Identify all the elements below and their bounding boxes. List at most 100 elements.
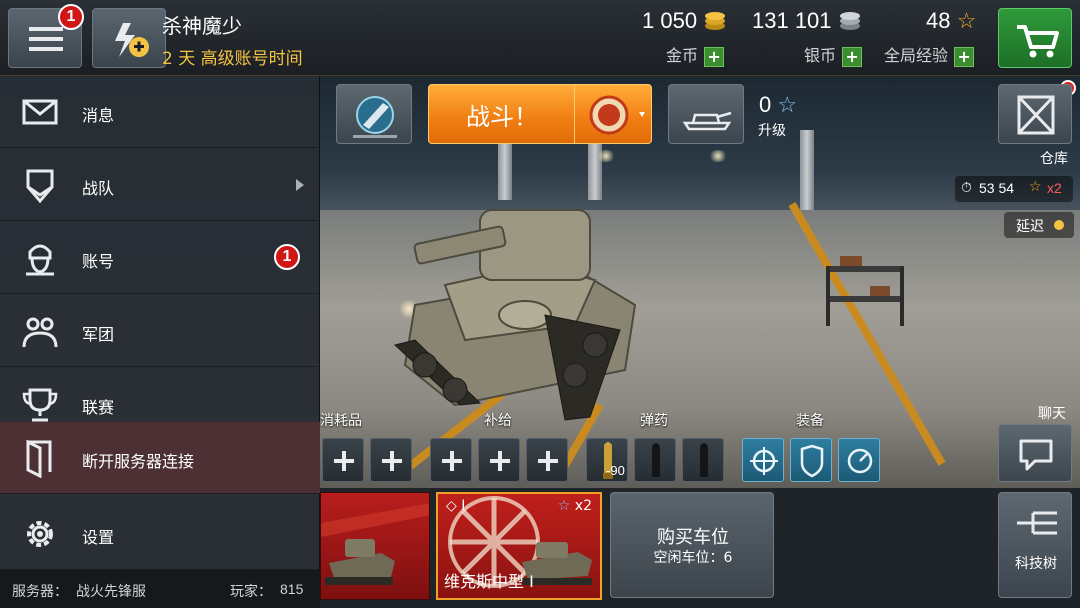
menu-item-disconnect[interactable]: 断开服务器连接	[0, 422, 320, 494]
tech-tree-icon	[1017, 511, 1057, 535]
chat-button[interactable]	[998, 424, 1072, 482]
gear-icon	[27, 521, 53, 547]
tank-class-icon: ◇	[446, 498, 457, 514]
tech-tree-label: 科技树	[1015, 556, 1057, 572]
free-xp-value: 48	[926, 8, 951, 33]
shop-button[interactable]	[998, 8, 1072, 68]
premium-lightning-icon	[115, 23, 149, 57]
menu-item-label: 设置	[82, 528, 115, 547]
buy-gold-button[interactable]: +	[704, 46, 725, 67]
menu-item-label: 断开服务器连接	[82, 452, 195, 471]
menu-item-account[interactable]: 账号 1	[0, 222, 320, 294]
menu-item-settings[interactable]: 设置	[0, 498, 320, 570]
ping-status-dot	[1054, 220, 1064, 230]
commander-icon	[26, 244, 54, 276]
equipment-slot-engine[interactable]	[838, 438, 880, 482]
upgrade-label: 升级	[758, 123, 786, 139]
players-count: 815	[280, 581, 304, 597]
ammo-label: 弹药	[640, 413, 668, 429]
crate-icon	[1017, 95, 1055, 135]
battle-mode-selector[interactable]	[574, 84, 652, 144]
chevron-shield-icon	[26, 169, 54, 204]
shell-modules-icon	[353, 96, 397, 138]
menu-notification-badge: 1	[58, 4, 84, 30]
buy-slot-title: 购买车位	[657, 527, 729, 548]
menu-item-label: 账号	[82, 252, 115, 271]
platoon-tank-icon	[682, 111, 732, 131]
silver-amount: 131 101	[752, 8, 862, 34]
server-name: 战火先锋服	[76, 584, 146, 600]
menu-item-label: 军团	[82, 325, 115, 344]
menu-item-label: 联赛	[82, 398, 115, 417]
menu-item-label: 消息	[82, 106, 115, 125]
free-slots-count: 6	[723, 550, 733, 566]
platoon-button[interactable]	[668, 84, 744, 144]
depot-label: 仓库	[1040, 151, 1068, 167]
workbench-prop	[826, 256, 904, 326]
star-icon: ☆	[777, 92, 798, 117]
menu-item-messages[interactable]: 消息	[0, 76, 320, 148]
provision-slot[interactable]	[430, 438, 472, 482]
hangar-pillar	[498, 140, 512, 200]
menu-item-platoon[interactable]: 战队	[0, 149, 320, 221]
shopping-cart-icon	[1017, 25, 1059, 58]
shield-icon	[800, 444, 824, 478]
players-label: 玩家：	[230, 584, 272, 600]
door-exit-icon	[26, 439, 52, 478]
he-shell-icon	[700, 443, 708, 477]
gold-amount: 1 050	[642, 8, 727, 34]
consumable-slot[interactable]	[370, 438, 412, 482]
menu-item-label: 战队	[82, 179, 115, 198]
convert-xp-button[interactable]: +	[954, 46, 975, 67]
tank-xp-bonus: ☆ x2	[558, 498, 592, 514]
tech-tree-button[interactable]: 科技树	[998, 492, 1072, 598]
ammo-slot-he[interactable]	[682, 438, 724, 482]
tank-xp-bonus-value: x2	[574, 498, 592, 514]
tank-model[interactable]	[385, 195, 665, 425]
silver-label-text: 银币	[804, 46, 837, 65]
depot-button[interactable]	[998, 84, 1072, 144]
envelope-icon	[22, 99, 58, 125]
gold-label: 金币 +	[666, 42, 725, 67]
consumables-label: 消耗品	[320, 413, 362, 429]
free-xp-label: 全局经验 +	[884, 42, 975, 67]
premium-account-button[interactable]	[92, 8, 166, 68]
trophy-icon	[22, 388, 58, 422]
battle-label: 战斗！	[466, 102, 538, 131]
silver-coin-icon	[839, 12, 860, 30]
tank-thumbnail	[321, 503, 429, 585]
speech-bubble-icon	[1019, 439, 1053, 471]
ceiling-light	[596, 150, 616, 162]
ping-label: 延迟	[1016, 219, 1044, 235]
player-name: 杀神魔少	[162, 14, 242, 38]
gold-coin-icon	[705, 12, 726, 30]
server-info-bar: 服务器： 战火先锋服 玩家： 815	[0, 570, 320, 608]
battle-button[interactable]: 战斗！	[428, 84, 576, 144]
provision-slot[interactable]	[526, 438, 568, 482]
buy-silver-button[interactable]: +	[842, 46, 863, 67]
consumable-slot[interactable]	[322, 438, 364, 482]
star-icon: ☆	[956, 8, 977, 33]
provision-slot[interactable]	[478, 438, 520, 482]
tank-card[interactable]	[320, 492, 430, 600]
gold-label-text: 金币	[666, 46, 699, 65]
upgrade-count: 0 ☆	[759, 92, 797, 118]
ammo-count: -90	[606, 463, 625, 478]
selected-tank-name: 维克斯中型 I	[444, 572, 534, 591]
ping-indicator: 延迟	[1004, 212, 1074, 238]
menu-item-clan[interactable]: 军团	[0, 295, 320, 367]
clock-icon: ⏱	[961, 180, 972, 196]
silver-label: 银币 +	[804, 42, 863, 67]
provisions-label: 补给	[484, 413, 512, 429]
ammo-slot-apcr[interactable]	[634, 438, 676, 482]
star-icon: ☆	[557, 498, 571, 514]
buy-garage-slot-button[interactable]: 购买车位 空闲车位：6	[610, 492, 774, 598]
star-icon: ☆	[1029, 179, 1042, 195]
selected-tank-card[interactable]: ◇ I ☆ x2 维克斯中型 I	[436, 492, 602, 600]
equipment-slot-rangefinder[interactable]	[742, 438, 784, 482]
modules-button[interactable]	[336, 84, 412, 144]
chat-label: 聊天	[1038, 406, 1066, 422]
hangar-pillar	[588, 140, 602, 200]
server-label: 服务器：	[12, 584, 68, 600]
equipment-slot-armor[interactable]	[790, 438, 832, 482]
